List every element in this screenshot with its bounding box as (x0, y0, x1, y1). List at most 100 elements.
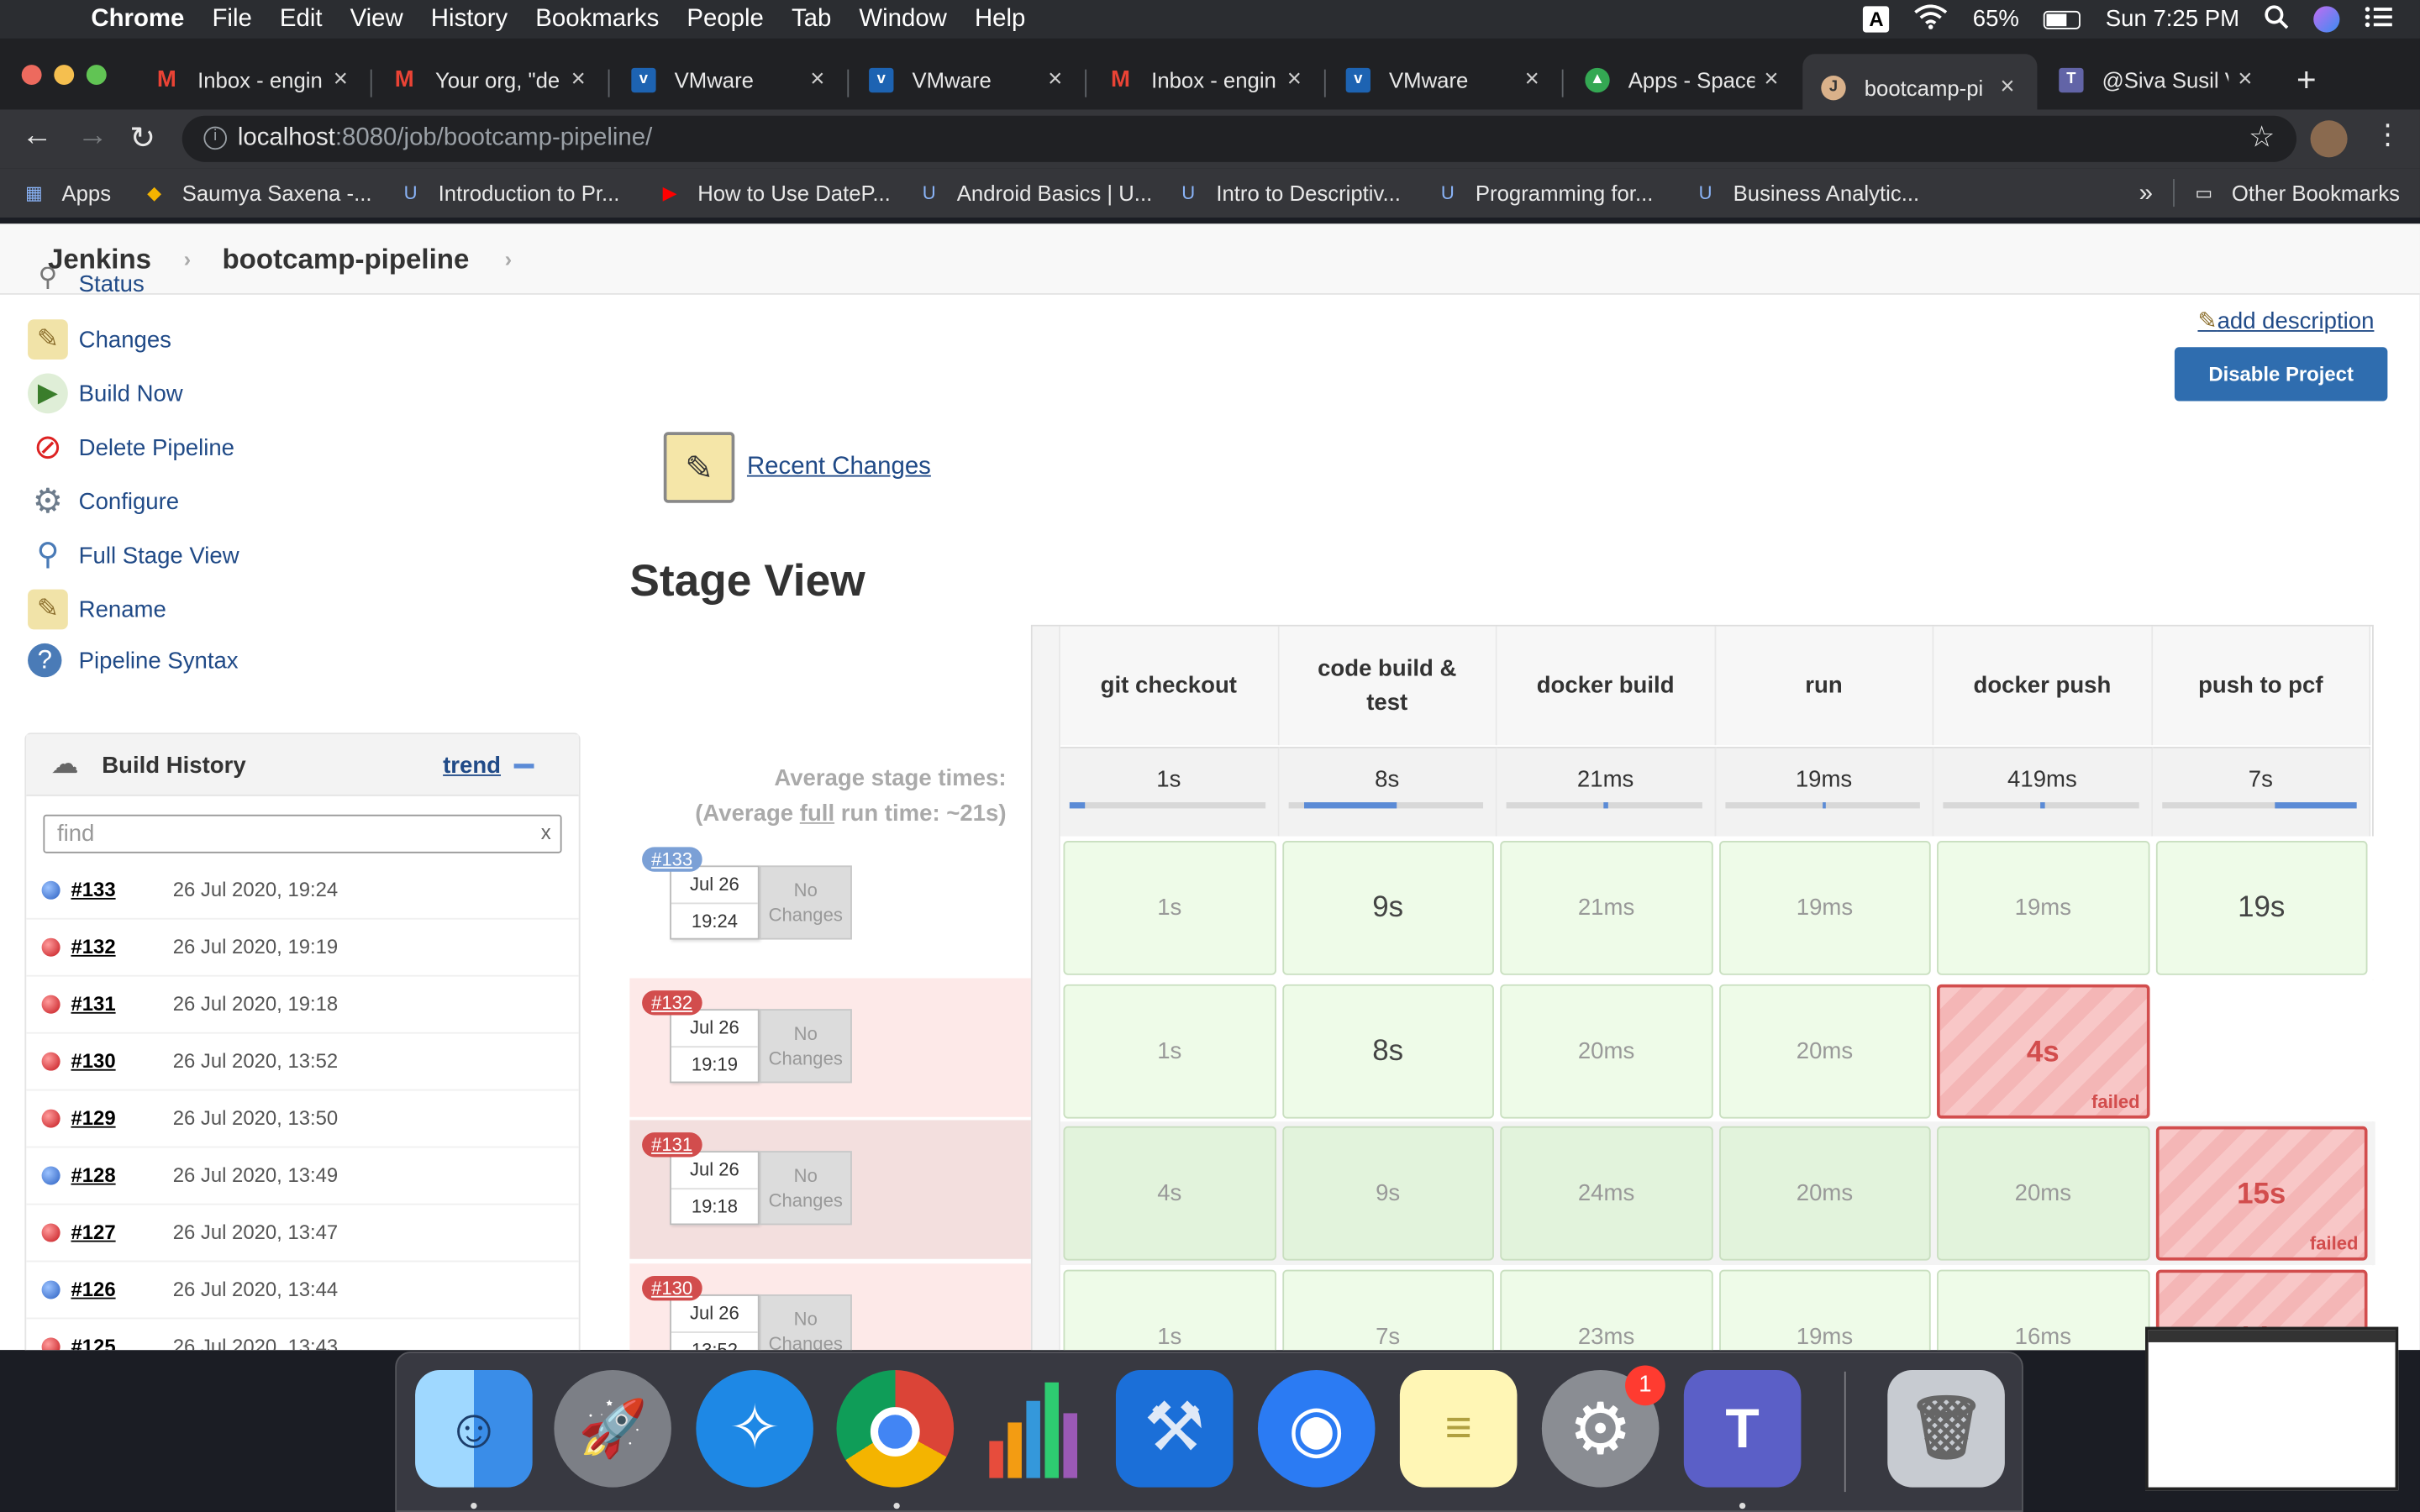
tab-vmware-1[interactable]: v VMware × (631, 54, 834, 106)
menu-help[interactable]: Help (975, 5, 1025, 33)
bookmarks-overflow-button[interactable]: » (2139, 181, 2153, 208)
profile-avatar[interactable] (2310, 120, 2348, 158)
tab-vmware-2[interactable]: v VMware × (869, 54, 1072, 106)
bookmark-star-icon[interactable]: ☆ (2249, 116, 2275, 162)
sidebar-item-configure[interactable]: ⚙ Configure (28, 478, 179, 524)
sidebar-item-changes[interactable]: ✎ Changes (28, 317, 171, 363)
recent-changes-link[interactable]: Recent Changes (747, 454, 931, 481)
menu-window[interactable]: Window (859, 5, 947, 33)
build-number-link[interactable]: #125 (71, 1335, 115, 1350)
address-bar[interactable]: i localhost:8080/job/bootcamp-pipeline/ … (182, 115, 2297, 162)
stage-cell-success[interactable]: 1s (1063, 1268, 1276, 1351)
build-number-link[interactable]: #131 (71, 992, 115, 1016)
run-changes[interactable]: No Changes (759, 865, 852, 940)
input-source-icon[interactable]: A (1863, 6, 1890, 33)
bookmark-descriptive[interactable]: U Intro to Descriptiv... (1176, 181, 1401, 205)
stage-cell-success[interactable]: 9s (1281, 1126, 1494, 1261)
sidebar-item-build-now[interactable]: ▶ Build Now (28, 370, 183, 417)
stage-cell-success[interactable]: 4s (1063, 1126, 1276, 1261)
menu-people[interactable]: People (687, 5, 764, 33)
safari-icon[interactable]: ✧ (696, 1369, 813, 1488)
run-changes[interactable]: No Changes (759, 1008, 852, 1083)
stage-cell-success[interactable]: 23ms (1500, 1268, 1712, 1351)
build-number-link[interactable]: #133 (71, 878, 115, 901)
stage-cell-success[interactable]: 19ms (1937, 841, 2149, 975)
run-number-badge[interactable]: #131 (642, 1132, 702, 1158)
run-number-badge[interactable]: #130 (642, 1275, 702, 1300)
stage-cell-success[interactable]: 20ms (1718, 1126, 1931, 1261)
add-description-link[interactable]: ✎add description (2197, 307, 2374, 334)
menu-edit[interactable]: Edit (280, 5, 323, 33)
stage-cell-success[interactable]: 19ms (1718, 841, 1931, 975)
trash-icon[interactable]: 🗑 (1887, 1369, 2005, 1488)
run-changes[interactable]: No Changes (759, 1151, 852, 1226)
tab-apps-space[interactable]: ▲ Apps - Space × (1585, 54, 1788, 106)
run-changes[interactable]: No Changes (759, 1294, 852, 1351)
trend-link[interactable]: trend (443, 753, 501, 779)
launchpad-icon[interactable]: 🚀 (554, 1369, 671, 1488)
stage-cell-success[interactable]: 20ms (1500, 983, 1712, 1118)
close-tab-icon[interactable]: × (1764, 66, 1788, 94)
stage-cell-success[interactable]: 1s (1063, 983, 1276, 1118)
menu-view[interactable]: View (350, 5, 403, 33)
back-icon[interactable]: ← (22, 118, 53, 154)
build-number-link[interactable]: #130 (71, 1049, 115, 1073)
stage-cell-success[interactable]: 9s (1281, 841, 1494, 975)
build-search-input[interactable]: find x (43, 814, 562, 853)
sidebar-item-status[interactable]: ⚲ Status (28, 267, 144, 298)
close-window-button[interactable] (21, 65, 42, 86)
run-number-badge[interactable]: #132 (642, 990, 702, 1015)
build-number-link[interactable]: #132 (71, 935, 115, 958)
siri-icon[interactable] (2313, 6, 2340, 33)
tab-your-org[interactable]: M Your org, "de × (392, 54, 596, 106)
keynote-icon[interactable] (977, 1370, 1095, 1488)
stage-cell-success[interactable]: 1s (1063, 841, 1276, 975)
stage-cell-success[interactable]: 19s (2154, 841, 2368, 975)
close-tab-icon[interactable]: × (1525, 66, 1549, 94)
menu-history[interactable]: History (431, 5, 508, 33)
site-info-icon[interactable]: i (203, 126, 227, 150)
menu-file[interactable]: File (212, 5, 251, 33)
collapse-icon[interactable] (513, 764, 534, 769)
stage-cell-success[interactable]: 8s (1281, 983, 1494, 1118)
close-tab-icon[interactable]: × (571, 66, 596, 94)
xcode-icon[interactable]: ⚒ (1115, 1369, 1234, 1488)
screenshot-thumbnail[interactable] (2145, 1326, 2399, 1491)
disable-project-button[interactable]: Disable Project (2174, 347, 2388, 402)
tab-vmware-3[interactable]: v VMware × (1345, 54, 1549, 106)
close-tab-icon[interactable]: × (2238, 66, 2262, 94)
sidebar-item-delete-pipeline[interactable]: ⊘ Delete Pipeline (28, 424, 234, 470)
breadcrumb-job[interactable]: bootcamp-pipeline (222, 244, 469, 276)
sidebar-item-rename[interactable]: ✎ Rename (28, 586, 166, 633)
menu-app-name[interactable]: Chrome (91, 5, 184, 33)
stage-cell-failed[interactable]: 15s failed (2154, 1126, 2368, 1261)
breadcrumb-chevron-icon[interactable]: › (505, 247, 513, 271)
close-tab-icon[interactable]: × (1287, 66, 1312, 94)
clock[interactable]: Sun 7:25 PM (2106, 6, 2239, 32)
new-tab-button[interactable]: + (2296, 60, 2317, 101)
run-number-badge[interactable]: #133 (642, 847, 702, 872)
spotlight-search-icon[interactable] (2264, 4, 2289, 35)
bookmark-saumya[interactable]: ◆ Saumya Saxena -... (142, 181, 372, 205)
tab-inbox-2[interactable]: M Inbox - engin × (1108, 54, 1312, 106)
reload-icon[interactable]: ↻ (129, 118, 155, 157)
bookmark-business[interactable]: U Business Analytic... (1693, 181, 1920, 205)
close-tab-icon[interactable]: × (810, 66, 834, 94)
menu-tab[interactable]: Tab (792, 5, 831, 33)
stage-cell-success[interactable]: 19ms (1718, 1268, 1931, 1351)
stage-cell-success[interactable]: 20ms (1937, 1126, 2149, 1261)
stage-cell-success[interactable]: 7s (1281, 1268, 1494, 1351)
close-tab-icon[interactable]: × (2000, 74, 2024, 102)
bookmark-programming[interactable]: U Programming for... (1435, 181, 1654, 205)
sidebar-item-full-stage-view[interactable]: ⚲ Full Stage View (28, 533, 239, 579)
notes-icon[interactable]: ≡ (1399, 1369, 1518, 1488)
stage-cell-success[interactable]: 24ms (1500, 1126, 1712, 1261)
zoom-window-button[interactable] (86, 65, 107, 86)
clear-search-icon[interactable]: x (541, 821, 551, 844)
signal-icon[interactable]: ◉ (1257, 1369, 1376, 1488)
stage-cell-failed[interactable]: 4s failed (1937, 983, 2149, 1118)
bookmark-apps[interactable]: ▦ Apps (22, 181, 111, 205)
forward-icon[interactable]: → (77, 118, 108, 154)
notification-center-icon[interactable] (2365, 5, 2392, 33)
teams-icon[interactable]: T (1683, 1369, 1802, 1488)
